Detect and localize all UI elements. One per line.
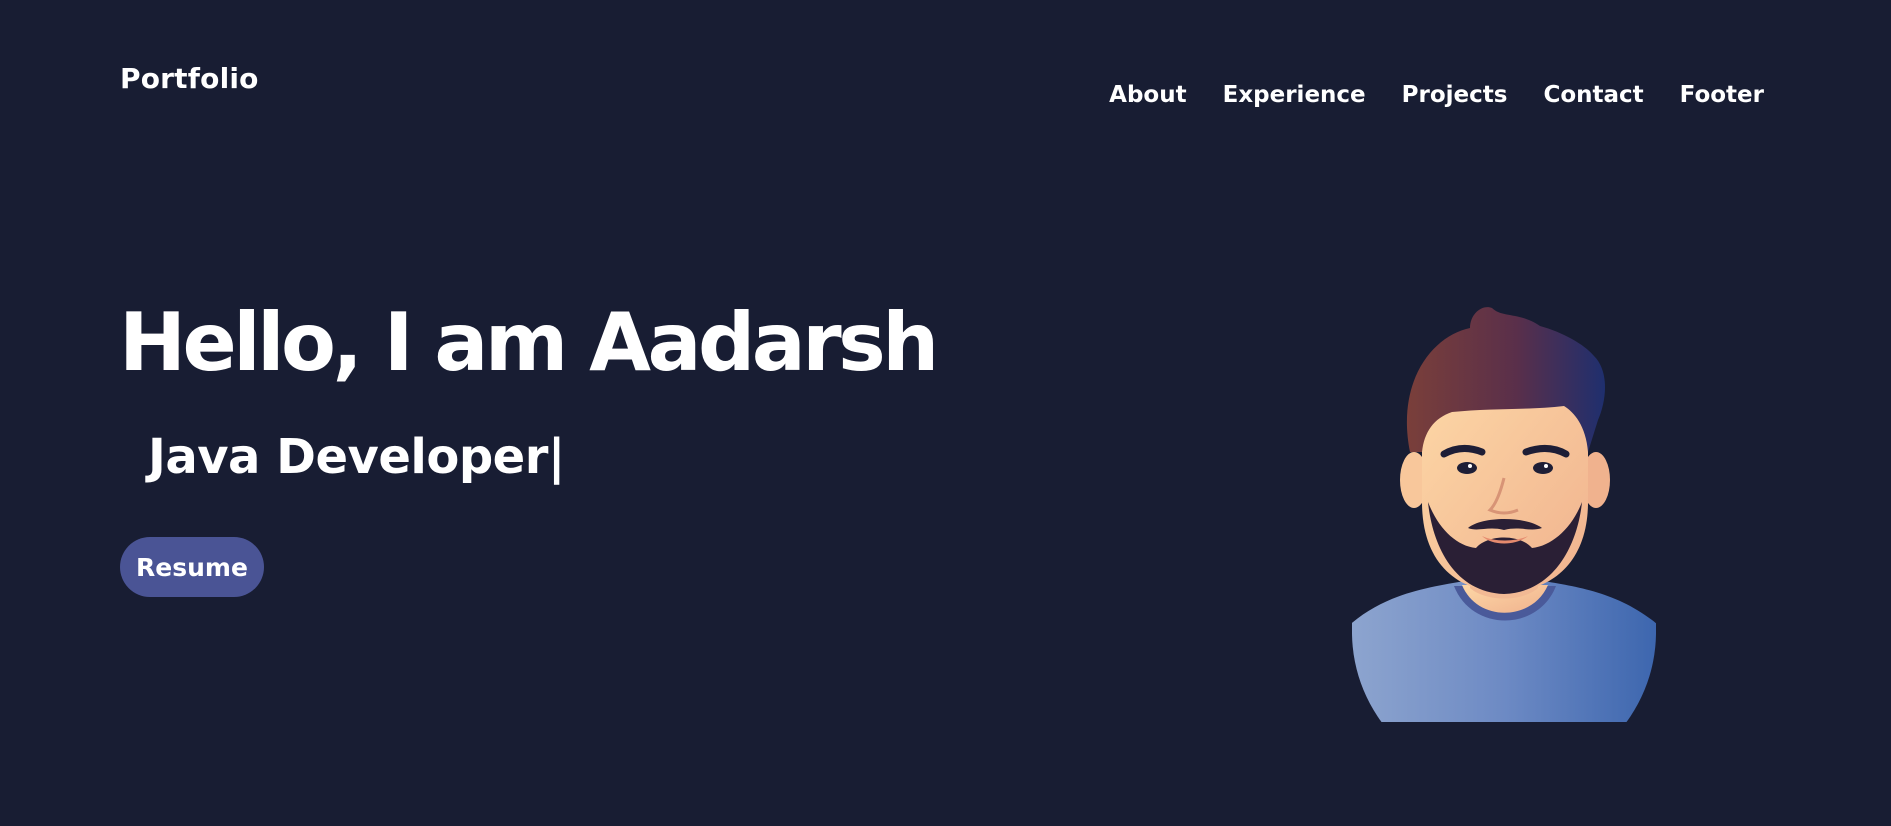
hero-title: Hello, I am Aadarsh <box>119 296 939 389</box>
nav-experience[interactable]: Experience <box>1223 82 1366 108</box>
nav-about[interactable]: About <box>1109 82 1186 108</box>
nav-contact[interactable]: Contact <box>1543 82 1643 108</box>
portfolio-page: Portfolio About Experience Projects Cont… <box>0 0 1891 826</box>
hero-role-typing: Java Developer| <box>148 429 565 485</box>
nav-footer[interactable]: Footer <box>1680 82 1764 108</box>
nav-projects[interactable]: Projects <box>1402 82 1508 108</box>
main-nav: About Experience Projects Contact Footer <box>1109 82 1764 108</box>
brand-logo[interactable]: Portfolio <box>120 62 259 95</box>
resume-button[interactable]: Resume <box>120 537 264 597</box>
avatar-illustration-icon <box>1352 307 1656 722</box>
